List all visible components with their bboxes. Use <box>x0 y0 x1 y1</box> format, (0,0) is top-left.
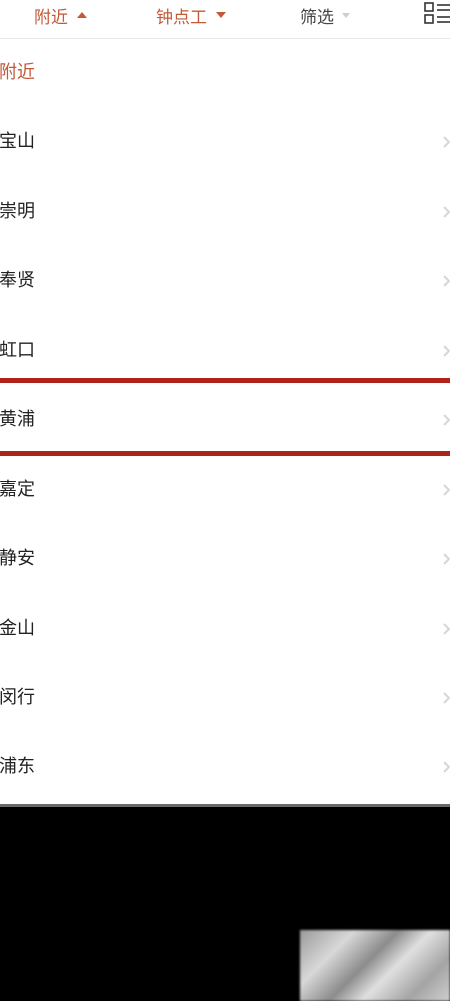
district-item-fengxian[interactable]: 奉贤 <box>0 261 450 301</box>
district-item-nearby[interactable]: 附近 <box>0 53 450 93</box>
caret-up-icon <box>77 12 87 18</box>
district-label: 浦东 <box>0 756 35 777</box>
highlight-line-bottom <box>0 451 450 456</box>
district-label: 宝山 <box>0 131 35 152</box>
caret-down-icon <box>216 12 226 18</box>
district-item-jinshan[interactable]: 金山 <box>0 609 450 649</box>
chevron-right-icon <box>443 206 450 218</box>
tab-job-type-label: 钟点工 <box>156 7 207 28</box>
chevron-right-icon <box>443 761 450 773</box>
district-label: 附近 <box>0 62 35 83</box>
district-label: 黄浦 <box>0 409 35 430</box>
district-item-jiading[interactable]: 嘉定 <box>0 470 450 510</box>
district-label: 静安 <box>0 548 35 569</box>
chevron-right-icon <box>443 275 450 287</box>
chevron-right-icon <box>443 623 450 635</box>
list-layout-icon[interactable] <box>424 2 450 24</box>
filter-bar: 附近 钟点工 筛选 <box>0 0 450 39</box>
district-item-huangpu[interactable]: 黄浦 <box>0 400 450 440</box>
district-item-jingan[interactable]: 静安 <box>0 539 450 579</box>
district-item-pudong[interactable]: 浦东 <box>0 747 450 787</box>
district-item-minhang[interactable]: 闵行 <box>0 678 450 718</box>
district-label: 嘉定 <box>0 479 35 500</box>
blurred-thumbnail <box>300 930 450 1001</box>
chevron-right-icon <box>443 414 450 426</box>
chevron-right-icon <box>443 136 450 148</box>
tab-job-type[interactable]: 钟点工 <box>156 0 226 30</box>
district-label: 虹口 <box>0 340 35 361</box>
screen: 附近 钟点工 筛选 附近 宝山 崇明 奉贤 虹口 黄浦 嘉定 静安 金山 闵行 … <box>0 0 450 1001</box>
highlight-line-top <box>0 378 450 383</box>
district-label: 闵行 <box>0 687 35 708</box>
district-item-baoshan[interactable]: 宝山 <box>0 122 450 162</box>
chevron-right-icon <box>443 345 450 357</box>
chevron-right-icon <box>443 553 450 565</box>
district-list: 附近 宝山 崇明 奉贤 虹口 黄浦 嘉定 静安 金山 闵行 浦东 <box>0 39 450 806</box>
tab-filter-label: 筛选 <box>300 7 334 28</box>
district-item-hongkou[interactable]: 虹口 <box>0 331 450 371</box>
caret-down-icon <box>342 12 350 18</box>
tab-nearby-label: 附近 <box>34 7 68 28</box>
district-label: 崇明 <box>0 201 35 222</box>
tab-nearby[interactable]: 附近 <box>34 0 87 30</box>
tab-filter[interactable]: 筛选 <box>300 0 350 30</box>
chevron-right-icon <box>443 692 450 704</box>
list-bottom-edge <box>0 804 450 807</box>
district-label: 奉贤 <box>0 270 35 291</box>
chevron-right-icon <box>443 484 450 496</box>
district-label: 金山 <box>0 618 35 639</box>
district-item-chongming[interactable]: 崇明 <box>0 192 450 232</box>
